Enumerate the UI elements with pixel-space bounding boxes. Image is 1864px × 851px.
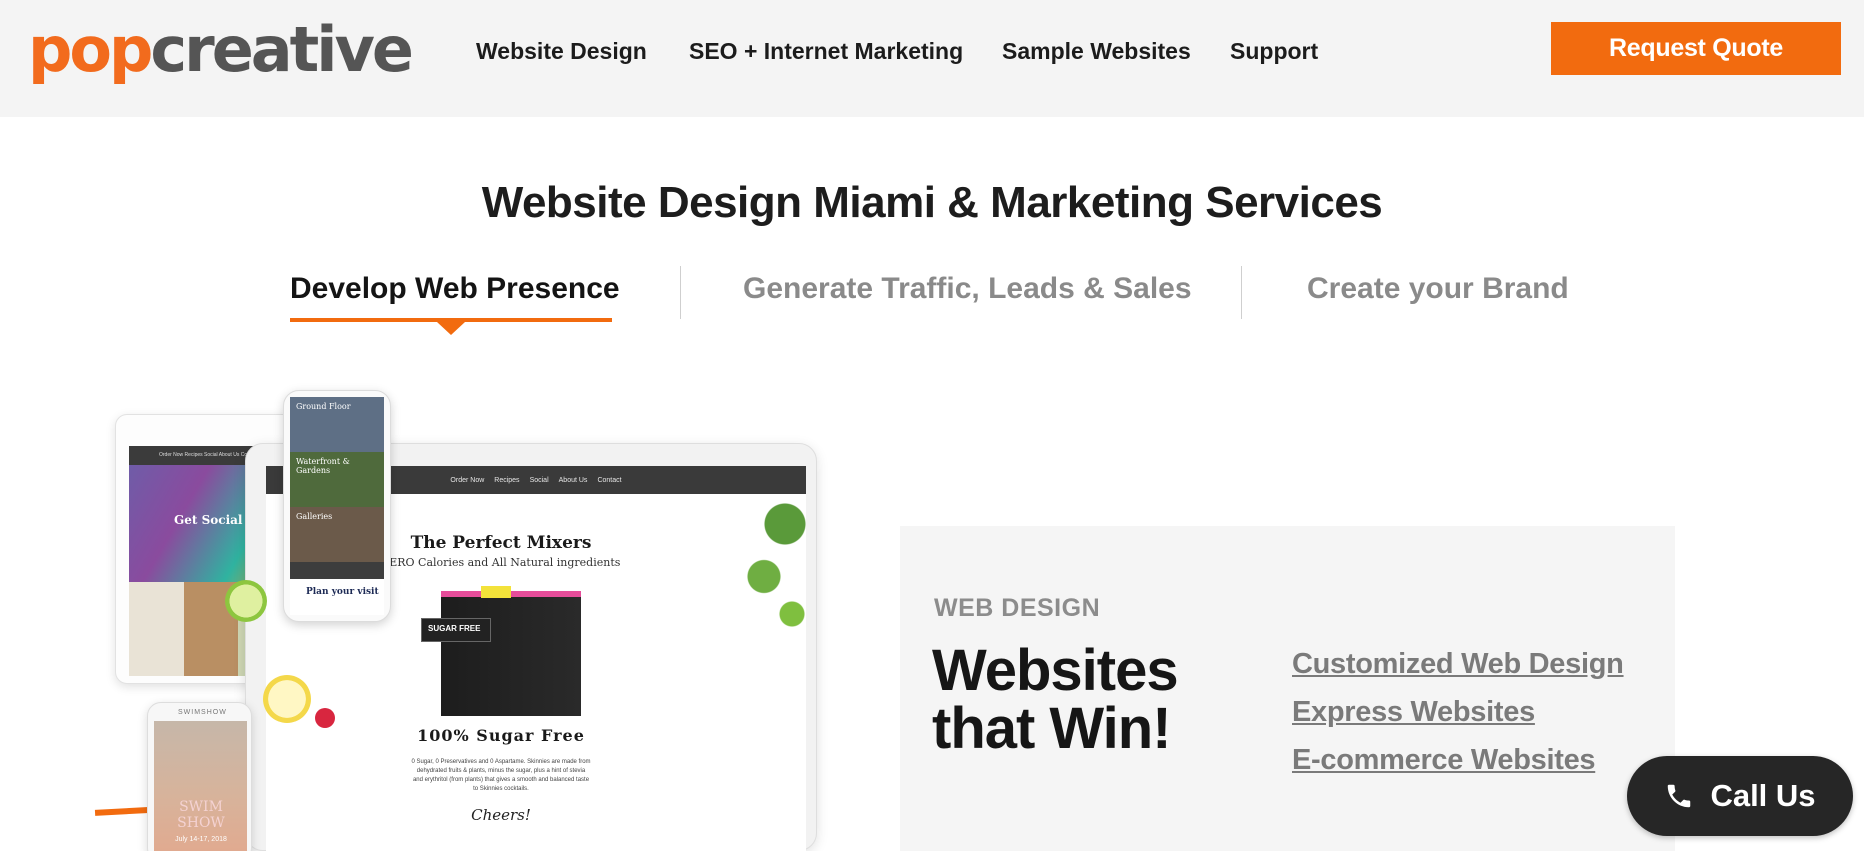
- tab-divider: [1241, 266, 1242, 319]
- phone-panel: Waterfront & Gardens: [290, 452, 384, 507]
- tab-develop-web-presence[interactable]: Develop Web Presence: [290, 272, 620, 306]
- request-quote-button[interactable]: Request Quote: [1551, 22, 1841, 75]
- phone-panel: Ground Floor: [290, 397, 384, 452]
- phone-panel: Galleries: [290, 507, 384, 562]
- logo-creative: creative: [150, 13, 414, 86]
- call-us-button[interactable]: Call Us: [1627, 756, 1853, 836]
- laptop-tagline: 100% Sugar Free: [417, 726, 585, 745]
- nav-support[interactable]: Support: [1230, 38, 1318, 65]
- nav-website-design[interactable]: Website Design: [476, 38, 647, 65]
- phone2-date: July 14-17, 2018: [175, 836, 227, 843]
- site-header: popcreative Website Design SEO + Interne…: [0, 0, 1864, 117]
- phone2-brand: SWIMSHOW: [178, 709, 227, 716]
- logo-pop: pop: [28, 13, 153, 86]
- sugar-free-badge: SUGAR FREE: [421, 618, 491, 642]
- link-customized-web-design[interactable]: Customized Web Design: [1292, 648, 1624, 681]
- tablet-hero-text: Get Social: [174, 513, 243, 527]
- card-links: Customized Web Design Express Websites E…: [1292, 648, 1624, 792]
- page-title: Website Design Miami & Marketing Service…: [481, 178, 1383, 227]
- tab-divider: [680, 266, 681, 319]
- tab-generate-traffic[interactable]: Generate Traffic, Leads & Sales: [743, 272, 1192, 306]
- active-tab-caret: [437, 322, 465, 335]
- card-headline-line2: that Win!: [932, 696, 1172, 761]
- phone-mockup: Ground Floor Waterfront & Gardens Galler…: [283, 390, 391, 622]
- leaves-image: [736, 494, 806, 644]
- laptop-signoff: Cheers!: [471, 806, 531, 824]
- phone-cta: Plan your visit: [290, 579, 384, 615]
- link-ecommerce-websites[interactable]: E-commerce Websites: [1292, 744, 1624, 777]
- laptop-description: 0 Sugar, 0 Preservatives and 0 Aspartame…: [411, 759, 591, 792]
- logo[interactable]: popcreative: [28, 13, 414, 86]
- raspberry-image: [315, 708, 335, 728]
- lime-image: [225, 580, 267, 622]
- link-express-websites[interactable]: Express Websites: [1292, 696, 1624, 729]
- phone2-title: SWIM SHOW: [177, 799, 225, 831]
- device-mockups-image: Order Now Recipes Social About Us Contac…: [94, 390, 915, 851]
- tab-create-brand[interactable]: Create your Brand: [1307, 272, 1569, 306]
- phone-icon: [1668, 784, 1691, 808]
- lemon-image: [263, 675, 311, 723]
- card-label: WEB DESIGN: [934, 594, 1101, 622]
- product-image: [441, 591, 581, 716]
- nav-seo-marketing[interactable]: SEO + Internet Marketing: [689, 38, 963, 65]
- web-design-card: WEB DESIGN Websites that Win! Customized…: [900, 526, 1675, 851]
- phone-mockup-swim: SWIMSHOW SWIM SHOW July 14-17, 2018: [147, 702, 252, 851]
- card-headline-line1: Websites: [932, 638, 1179, 703]
- nav-sample-websites[interactable]: Sample Websites: [1002, 38, 1191, 65]
- card-headline: Websites that Win!: [932, 638, 1179, 761]
- call-us-label: Call Us: [1710, 778, 1816, 813]
